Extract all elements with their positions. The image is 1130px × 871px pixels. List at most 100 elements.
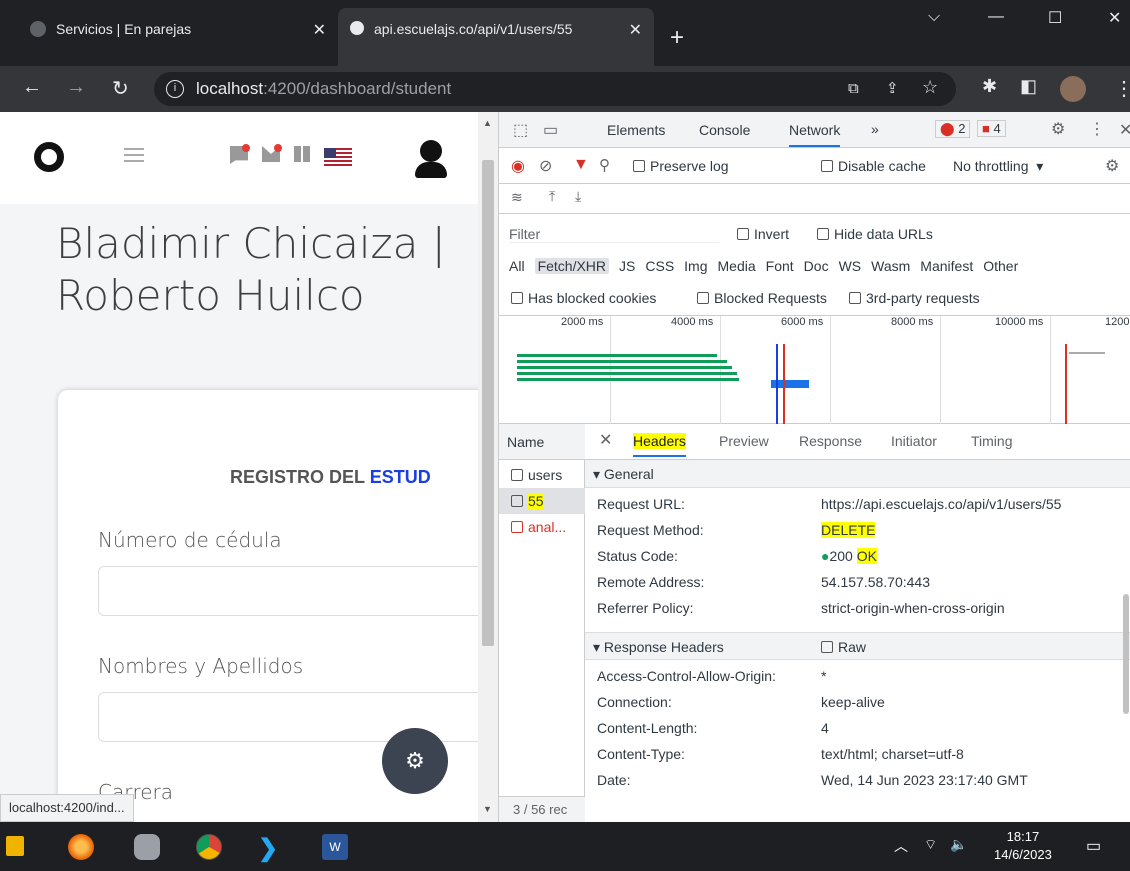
address-bar[interactable]: i localhost:4200/dashboard/student ⧉ ⇪ ☆ — [154, 72, 956, 106]
inspect-element-icon[interactable]: ⬚ — [513, 120, 528, 140]
record-icon[interactable]: ◉ — [511, 156, 525, 176]
type-wasm[interactable]: Wasm — [871, 258, 910, 274]
network-overview-timeline[interactable]: 2000 ms 4000 ms 6000 ms 8000 ms 10000 ms… — [499, 316, 1130, 424]
scroll-down-icon[interactable]: ▼ — [483, 804, 492, 814]
type-all[interactable]: All — [509, 258, 525, 274]
close-tab-icon[interactable]: ✕ — [313, 20, 326, 40]
tab-api-users[interactable]: api.escuelajs.co/api/v1/users/55 ✕ — [338, 8, 654, 66]
errors-badge[interactable]: ⬤ 2 — [935, 120, 971, 138]
show-hidden-icons-icon[interactable]: ︿ — [894, 836, 908, 856]
type-js[interactable]: JS — [619, 258, 635, 274]
system-clock[interactable]: 18:17 14/6/2023 — [994, 828, 1052, 864]
header-value: text/html; charset=utf-8 — [821, 746, 964, 762]
disable-cache-checkbox[interactable]: Disable cache — [821, 158, 926, 174]
request-row-55[interactable]: 55 — [499, 488, 585, 514]
cedula-input[interactable] — [98, 566, 478, 616]
close-tab-icon[interactable]: ✕ — [629, 20, 642, 40]
tab-servicios[interactable]: Servicios | En parejas ✕ — [16, 8, 338, 66]
export-har-icon[interactable]: ⤓ — [575, 188, 581, 205]
volume-icon[interactable]: 🔈 — [950, 836, 967, 853]
settings-fab-button[interactable]: ⚙ — [382, 728, 448, 794]
hide-data-urls-checkbox[interactable]: Hide data URLs — [817, 226, 933, 242]
tab-console[interactable]: Console — [699, 122, 750, 138]
maximize-icon[interactable]: ☐ — [1048, 8, 1062, 28]
third-party-checkbox[interactable]: 3rd-party requests — [849, 290, 980, 306]
us-flag-icon[interactable] — [324, 148, 352, 166]
share-icon[interactable]: ⇪ — [886, 79, 899, 97]
snipping-tool-icon[interactable] — [134, 834, 160, 860]
response-headers-section-header[interactable]: ▾ Response Headers Raw — [585, 632, 1130, 660]
forward-icon[interactable]: → — [66, 76, 86, 99]
back-icon[interactable]: ← — [22, 76, 42, 99]
user-icon[interactable] — [420, 140, 442, 162]
firefox-icon[interactable] — [68, 834, 94, 860]
type-ws[interactable]: WS — [839, 258, 862, 274]
search-icon[interactable]: ⚲ — [599, 156, 610, 174]
devtools-menu-icon[interactable]: ⋮ — [1089, 119, 1105, 139]
reload-icon[interactable]: ↻ — [112, 76, 129, 101]
tab-response[interactable]: Response — [799, 433, 862, 449]
page-scrollbar[interactable]: ▲ ▼ — [478, 112, 498, 822]
file-explorer-icon[interactable] — [6, 836, 24, 856]
network-conditions-icon[interactable]: ≋ — [511, 189, 523, 206]
close-devtools-icon[interactable]: ✕ — [1119, 120, 1130, 140]
blocked-requests-checkbox[interactable]: Blocked Requests — [697, 290, 827, 306]
close-window-icon[interactable]: ✕ — [1108, 8, 1121, 28]
minimize-icon[interactable]: — — [988, 8, 1004, 26]
profile-avatar[interactable] — [1060, 76, 1086, 102]
general-section-header[interactable]: ▾ General — [585, 460, 1130, 488]
type-other[interactable]: Other — [983, 258, 1018, 274]
raw-checkbox[interactable]: Raw — [821, 633, 866, 661]
word-icon[interactable]: W — [322, 834, 348, 860]
vscode-icon[interactable]: ❯ — [258, 834, 278, 863]
type-media[interactable]: Media — [718, 258, 756, 274]
type-manifest[interactable]: Manifest — [920, 258, 973, 274]
site-info-icon[interactable]: i — [166, 80, 184, 98]
tab-headers[interactable]: Headers — [633, 433, 686, 457]
filter-area: Filter Invert Hide data URLs All Fetch/X… — [499, 214, 1130, 316]
clear-icon[interactable]: ⊘ — [539, 156, 552, 176]
type-css[interactable]: CSS — [645, 258, 674, 274]
tab-elements[interactable]: Elements — [607, 122, 665, 138]
request-row-users[interactable]: users — [499, 462, 585, 488]
extensions-icon[interactable]: ✱ — [982, 76, 997, 97]
filter-input[interactable]: Filter — [509, 226, 719, 243]
import-har-icon[interactable]: ⤒ — [549, 188, 555, 205]
translate-icon[interactable]: ⧉ — [848, 80, 859, 97]
device-toolbar-icon[interactable]: ▭ — [543, 120, 558, 140]
app-logo[interactable] — [34, 142, 64, 172]
wifi-icon[interactable]: ⌔ — [924, 836, 937, 854]
menu-hamburger-icon[interactable] — [124, 148, 144, 162]
bookmark-star-icon[interactable]: ☆ — [922, 77, 938, 98]
tab-search-icon[interactable]: ⌵ — [928, 8, 940, 26]
name-column-header[interactable]: Name — [499, 424, 585, 460]
network-settings-icon[interactable]: ⚙ — [1105, 156, 1119, 176]
tab-timing[interactable]: Timing — [971, 433, 1013, 449]
filter-icon[interactable]: ▼ — [573, 156, 589, 174]
type-img[interactable]: Img — [684, 258, 707, 274]
type-fetch-xhr[interactable]: Fetch/XHR — [534, 258, 610, 274]
tab-preview[interactable]: Preview — [719, 433, 769, 449]
apps-grid-icon[interactable] — [294, 146, 310, 162]
detail-scrollbar-thumb[interactable] — [1123, 594, 1129, 714]
side-panel-icon[interactable]: ◧ — [1020, 76, 1037, 97]
scrollbar-thumb[interactable] — [482, 160, 494, 646]
more-tabs-icon[interactable]: » — [871, 121, 879, 137]
close-detail-icon[interactable]: ✕ — [599, 430, 612, 450]
preserve-log-checkbox[interactable]: Preserve log — [633, 158, 729, 174]
issues-badge[interactable]: ■ 4 — [977, 120, 1006, 137]
chrome-icon[interactable] — [196, 834, 222, 860]
throttling-select[interactable]: No throttling ▾ — [953, 158, 1043, 175]
notifications-icon[interactable]: ▭ — [1086, 836, 1101, 856]
scroll-up-icon[interactable]: ▲ — [483, 118, 492, 128]
tab-network[interactable]: Network — [789, 122, 841, 147]
request-row-analytics[interactable]: anal... — [499, 514, 585, 540]
settings-gear-icon[interactable]: ⚙ — [1051, 119, 1065, 139]
browser-menu-icon[interactable]: ⋮ — [1114, 76, 1130, 101]
type-doc[interactable]: Doc — [804, 258, 829, 274]
blocked-cookies-checkbox[interactable]: Has blocked cookies — [511, 290, 656, 306]
tab-initiator[interactable]: Initiator — [891, 433, 937, 449]
new-tab-button[interactable]: + — [670, 24, 684, 52]
type-font[interactable]: Font — [766, 258, 794, 274]
invert-checkbox[interactable]: Invert — [737, 226, 789, 242]
